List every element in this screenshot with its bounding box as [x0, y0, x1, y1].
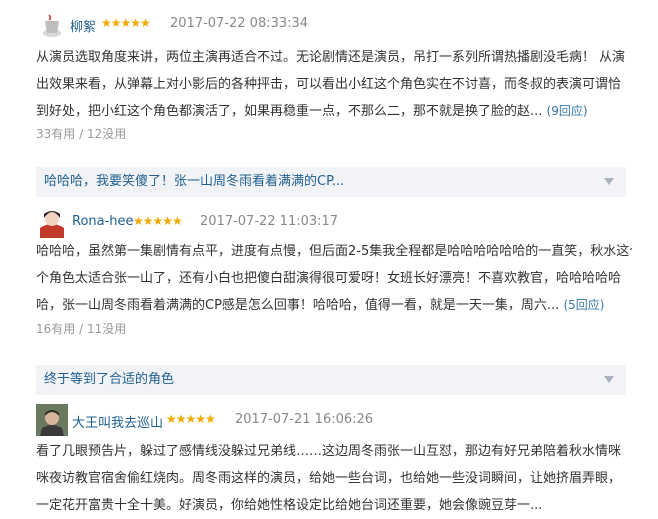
avatar[interactable] [36, 206, 68, 238]
review-text-line: 哈哈哈，虽然第一集剧情有点平，进度有点慢，但后面2-5集我全程都是哈哈哈哈哈哈的… [36, 244, 632, 259]
rating-stars: ★★★★★ [101, 16, 151, 30]
replies-link[interactable]: (5回应) [563, 298, 604, 312]
review-text: 哈哈哈，虽然第一集剧情有点平，进度有点慢，但后面2-5集我全程都是哈哈哈哈哈哈的… [36, 238, 632, 319]
review-username[interactable]: 柳絮 [70, 16, 96, 35]
review-text: 看了几眼预告片，躲过了感情线没躲过兄弟线……这边周冬雨张一山互怼，那边有好兄弟陪… [36, 438, 632, 519]
review-username[interactable]: Rona-hee [72, 214, 134, 229]
review-text-line: 看了几眼预告片，躲过了感情线没躲过兄弟线……这边周冬雨张一山互怼，那边有好兄弟陪… [36, 444, 622, 459]
review-text-line: 个角色太适合张一山了，还有小白也把傻白甜演得很可爱呀！女班长好漂亮！不喜欢教官，… [36, 271, 622, 286]
review-text-line: 到好处，把小红这个角色都演活了，如果再稳重一点，不那么二，那不就是换了脸的赵..… [36, 98, 632, 125]
avatar-cup-icon [36, 9, 68, 41]
review-title-bar[interactable]: 哈哈哈，我要笑傻了！张一山周冬雨看着满满的CP... [36, 167, 626, 197]
review-text-line: 从演员选取角度来讲，两位主演再适合不过。无论剧情还是演员，吊打一系列所谓热播剧没… [36, 50, 626, 65]
vote-counts: 16有用 / 11没用 [36, 322, 127, 336]
review-timestamp: 2017-07-22 08:33:34 [170, 16, 309, 31]
avatar[interactable] [36, 9, 68, 41]
replies-link[interactable]: (9回应) [547, 104, 588, 118]
rating-stars: ★★★★★ [166, 412, 216, 426]
review-timestamp: 2017-07-22 11:03:17 [200, 214, 339, 229]
review-text-line: 一定花开富贵十全十美。好演员，你给她性格设定比给她台词还重要，她会像豌豆芽一..… [36, 498, 543, 513]
review-text-line: 出效果来看，从弹幕上对小影后的各种抨击，可以看出小红这个角色实在不讨喜，而冬叔的… [36, 77, 622, 92]
vote-counts: 33有用 / 12没用 [36, 127, 127, 141]
review-text: 从演员选取角度来讲，两位主演再适合不过。无论剧情还是演员，吊打一系列所谓热播剧没… [36, 44, 632, 125]
review-text-fragment: 哈，张一山周冬雨看着满满的CP感是怎么回事！哈哈哈，值得一看，就是一天一集，周六… [36, 298, 560, 313]
rating-stars: ★★★★★ [133, 214, 183, 228]
avatar[interactable] [36, 404, 68, 436]
review-title[interactable]: 终于等到了合适的角色 [36, 365, 626, 395]
chevron-down-icon[interactable] [604, 178, 614, 185]
review-username[interactable]: 大王叫我去巡山 [72, 412, 163, 431]
review-text-line: 咪夜访教官宿舍偷红烧肉。周冬雨这样的演员，给她一些台词，也给她一些没词瞬间，让她… [36, 471, 622, 486]
review-text-fragment: 到好处，把小红这个角色都演活了，如果再稳重一点，不那么二，那不就是换了脸的赵..… [36, 104, 543, 119]
review-text-line: 哈，张一山周冬雨看着满满的CP感是怎么回事！哈哈哈，值得一看，就是一天一集，周六… [36, 292, 632, 319]
review-timestamp: 2017-07-21 16:06:26 [235, 412, 374, 427]
avatar-girl-icon [36, 206, 68, 238]
chevron-down-icon[interactable] [604, 376, 614, 383]
avatar-man-icon [36, 404, 68, 436]
review-title-bar[interactable]: 终于等到了合适的角色 [36, 365, 626, 395]
review-title[interactable]: 哈哈哈，我要笑傻了！张一山周冬雨看着满满的CP... [36, 167, 626, 197]
